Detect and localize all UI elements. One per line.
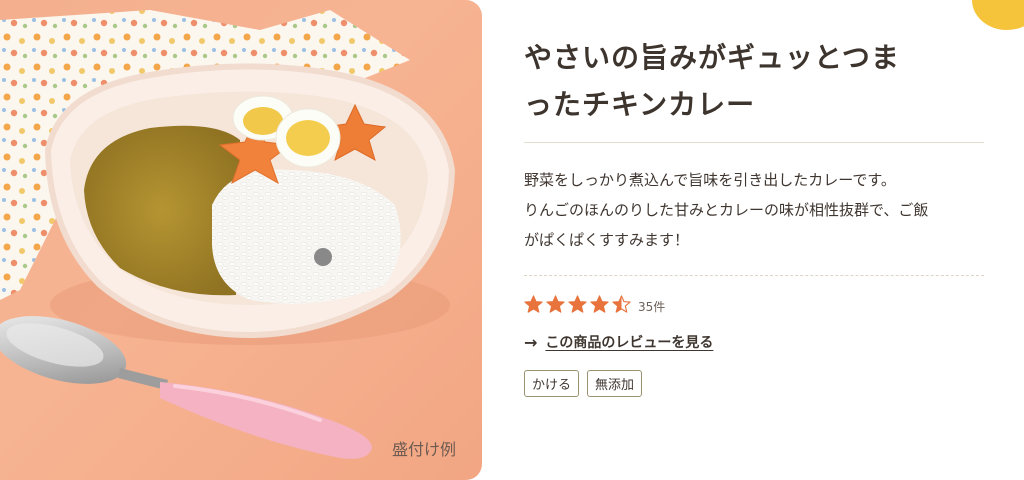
review-link-label: この商品のレビューを見る <box>545 335 714 351</box>
title-divider <box>524 142 984 143</box>
product-title: やさいの旨みがギュッとつま ったチキンカレー <box>524 34 984 128</box>
description-line2: りんごのほんのりした甘みとカレーの味が相性抜群で、ご飯 <box>524 201 929 219</box>
rating-row: 35件 <box>524 294 984 318</box>
tag-item[interactable]: かける <box>524 370 580 397</box>
curry-plate-illustration <box>0 10 456 459</box>
product-description: 野菜をしっかり煮込んで旨味を引き出したカレーです。 りんごのほんのりした甘みとカ… <box>524 165 984 255</box>
review-count: 35件 <box>638 299 666 314</box>
product-info: やさいの旨みがギュッとつま ったチキンカレー 野菜をしっかり煮込んで旨味を引き出… <box>524 34 984 397</box>
arrow-right-icon: → <box>524 332 538 352</box>
image-zoom-indicator[interactable] <box>314 248 332 266</box>
image-caption: 盛付け例 <box>391 440 456 459</box>
product-title-line2: ったチキンカレー <box>524 88 756 121</box>
product-title-line1: やさいの旨みがギュッとつま <box>524 41 900 74</box>
tag-item[interactable]: 無添加 <box>587 370 643 397</box>
review-link[interactable]: → この商品のレビューを見る <box>524 332 984 352</box>
star-icon <box>568 294 587 313</box>
star-icon <box>590 294 609 313</box>
product-photo: 盛付け例 <box>0 0 482 480</box>
corner-decoration <box>972 0 1024 30</box>
description-line3: がぱくぱくすすみます！ <box>524 231 690 249</box>
description-line1: 野菜をしっかり煮込んで旨味を引き出したカレーです。 <box>524 171 896 189</box>
rating-stars <box>524 294 634 318</box>
star-icon <box>546 294 565 313</box>
star-icon <box>524 294 543 313</box>
description-divider <box>524 275 984 276</box>
star-icon <box>612 294 631 313</box>
tag-list: かける 無添加 <box>524 370 984 397</box>
